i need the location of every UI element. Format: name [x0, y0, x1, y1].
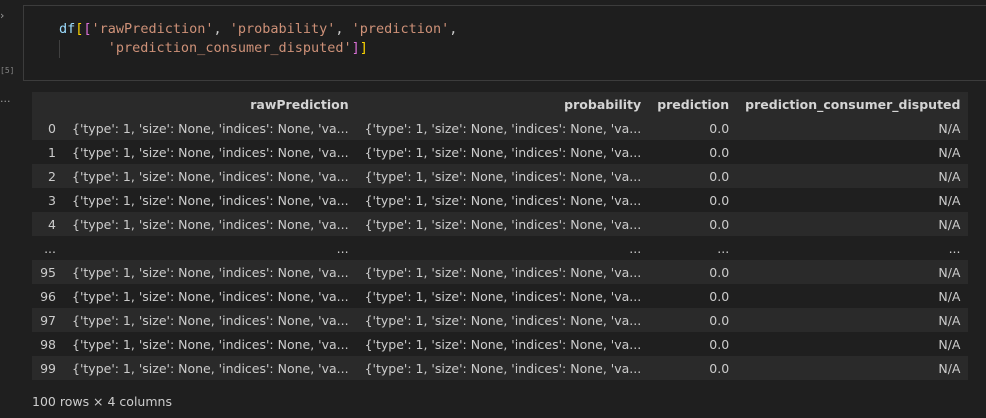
- cell-prediction: 0.0: [649, 212, 738, 236]
- cell-prediction: 0.0: [649, 284, 738, 308]
- table-row: ...............: [32, 236, 969, 260]
- column-header-rawprediction: rawPrediction: [64, 92, 357, 116]
- table-row: 3 {'type': 1, 'size': None, 'indices': No…: [32, 188, 969, 212]
- collapse-chevron-icon[interactable]: ›: [0, 9, 12, 23]
- cell-prediction-consumer-disputed: ...: [737, 236, 969, 260]
- row-index: 1: [32, 140, 64, 164]
- token-bracket-inner: [: [83, 21, 92, 37]
- cell-probability: ...: [356, 236, 650, 260]
- cell-prediction-consumer-disputed: N/A: [737, 212, 969, 236]
- token-variable: df: [59, 21, 76, 37]
- row-index: 2: [32, 164, 64, 188]
- column-header-probability: probability: [356, 92, 650, 116]
- cell-probability: {'type': 1, 'size': None, 'indices': Non…: [356, 284, 650, 308]
- cell-prediction-consumer-disputed: N/A: [737, 260, 969, 284]
- cell-prediction: 0.0: [649, 356, 738, 380]
- token-string: 'rawPrediction': [91, 21, 214, 37]
- cell-rawprediction: {'type': 1, 'size': None, 'indices': Non…: [64, 188, 357, 212]
- cell-output: rawPrediction probability prediction pre…: [32, 92, 969, 380]
- table-row: 0 {'type': 1, 'size': None, 'indices': No…: [32, 116, 969, 140]
- table-row: 4 {'type': 1, 'size': None, 'indices': No…: [32, 212, 969, 236]
- cell-prediction: 0.0: [649, 116, 738, 140]
- execution-count: [5]: [0, 66, 15, 75]
- cell-prediction-consumer-disputed: N/A: [737, 116, 969, 140]
- cell-rawprediction: {'type': 1, 'size': None, 'indices': Non…: [64, 356, 357, 380]
- code-line-2[interactable]: 'prediction_consumer_disputed']]: [59, 39, 368, 58]
- code-line-1[interactable]: df[['rawPrediction', 'probability', 'pre…: [59, 20, 457, 39]
- column-header-prediction-consumer-disputed: prediction_consumer_disputed: [737, 92, 969, 116]
- cell-rawprediction: ...: [64, 236, 357, 260]
- row-index: 95: [32, 260, 64, 284]
- token-punct: ,: [213, 21, 230, 37]
- cell-prediction: 0.0: [649, 140, 738, 164]
- token-bracket-outer: ]: [359, 40, 368, 56]
- row-index: 97: [32, 308, 64, 332]
- table-row: 2 {'type': 1, 'size': None, 'indices': No…: [32, 164, 969, 188]
- table-row: 96 {'type': 1, 'size': None, 'indices': N…: [32, 284, 969, 308]
- cell-rawprediction: {'type': 1, 'size': None, 'indices': Non…: [64, 140, 357, 164]
- token-bracket-inner: ]: [351, 40, 360, 56]
- cell-prediction-consumer-disputed: N/A: [737, 140, 969, 164]
- cell-rawprediction: {'type': 1, 'size': None, 'indices': Non…: [64, 332, 357, 356]
- cell-probability: {'type': 1, 'size': None, 'indices': Non…: [356, 212, 650, 236]
- cell-prediction: 0.0: [649, 332, 738, 356]
- token-string: 'prediction': [351, 21, 450, 37]
- row-index: 98: [32, 332, 64, 356]
- cell-prediction: 0.0: [649, 260, 738, 284]
- cell-probability: {'type': 1, 'size': None, 'indices': Non…: [356, 188, 650, 212]
- cell-prediction: 0.0: [649, 308, 738, 332]
- row-index: 99: [32, 356, 64, 380]
- dataframe-table: rawPrediction probability prediction pre…: [32, 92, 969, 380]
- column-header-prediction: prediction: [649, 92, 738, 116]
- notebook-view: › [5] ... df[['rawPrediction', 'probabil…: [0, 0, 986, 418]
- cell-prediction: 0.0: [649, 164, 738, 188]
- table-row: 97 {'type': 1, 'size': None, 'indices': N…: [32, 308, 969, 332]
- cell-probability: {'type': 1, 'size': None, 'indices': Non…: [356, 260, 650, 284]
- index-header: [32, 92, 64, 116]
- cell-rawprediction: {'type': 1, 'size': None, 'indices': Non…: [64, 116, 357, 140]
- cell-probability: {'type': 1, 'size': None, 'indices': Non…: [356, 140, 650, 164]
- cell-probability: {'type': 1, 'size': None, 'indices': Non…: [356, 356, 650, 380]
- table-row: 99 {'type': 1, 'size': None, 'indices': N…: [32, 356, 969, 380]
- cell-prediction-consumer-disputed: N/A: [737, 356, 969, 380]
- cell-prediction-consumer-disputed: N/A: [737, 284, 969, 308]
- cell-probability: {'type': 1, 'size': None, 'indices': Non…: [356, 116, 650, 140]
- cell-probability: {'type': 1, 'size': None, 'indices': Non…: [356, 164, 650, 188]
- cell-rawprediction: {'type': 1, 'size': None, 'indices': Non…: [64, 308, 357, 332]
- cell-prediction: ...: [649, 236, 738, 260]
- cell-rawprediction: {'type': 1, 'size': None, 'indices': Non…: [64, 164, 357, 188]
- token-string: 'prediction_consumer_disputed': [107, 40, 352, 56]
- row-index: 4: [32, 212, 64, 236]
- output-menu-icon[interactable]: ...: [0, 92, 11, 105]
- cell-rawprediction: {'type': 1, 'size': None, 'indices': Non…: [64, 212, 357, 236]
- token-punct: ,: [449, 21, 458, 37]
- cell-prediction-consumer-disputed: N/A: [737, 188, 969, 212]
- row-index: ...: [32, 236, 64, 260]
- dataframe-shape: 100 rows × 4 columns: [32, 394, 172, 409]
- table-row: 1 {'type': 1, 'size': None, 'indices': No…: [32, 140, 969, 164]
- cell-probability: {'type': 1, 'size': None, 'indices': Non…: [356, 308, 650, 332]
- cell-rawprediction: {'type': 1, 'size': None, 'indices': Non…: [64, 260, 357, 284]
- table-row: 98 {'type': 1, 'size': None, 'indices': N…: [32, 332, 969, 356]
- row-index: 3: [32, 188, 64, 212]
- row-index: 96: [32, 284, 64, 308]
- token-string: 'probability': [229, 21, 336, 37]
- cell-prediction: 0.0: [649, 188, 738, 212]
- table-row: 95 {'type': 1, 'size': None, 'indices': N…: [32, 260, 969, 284]
- code-cell-editor[interactable]: df[['rawPrediction', 'probability', 'pre…: [23, 5, 986, 81]
- cell-prediction-consumer-disputed: N/A: [737, 332, 969, 356]
- cell-prediction-consumer-disputed: N/A: [737, 308, 969, 332]
- cell-probability: {'type': 1, 'size': None, 'indices': Non…: [356, 332, 650, 356]
- token-punct: ,: [335, 21, 352, 37]
- row-index: 0: [32, 116, 64, 140]
- table-header-row: rawPrediction probability prediction pre…: [32, 92, 969, 116]
- cell-prediction-consumer-disputed: N/A: [737, 164, 969, 188]
- cell-rawprediction: {'type': 1, 'size': None, 'indices': Non…: [64, 284, 357, 308]
